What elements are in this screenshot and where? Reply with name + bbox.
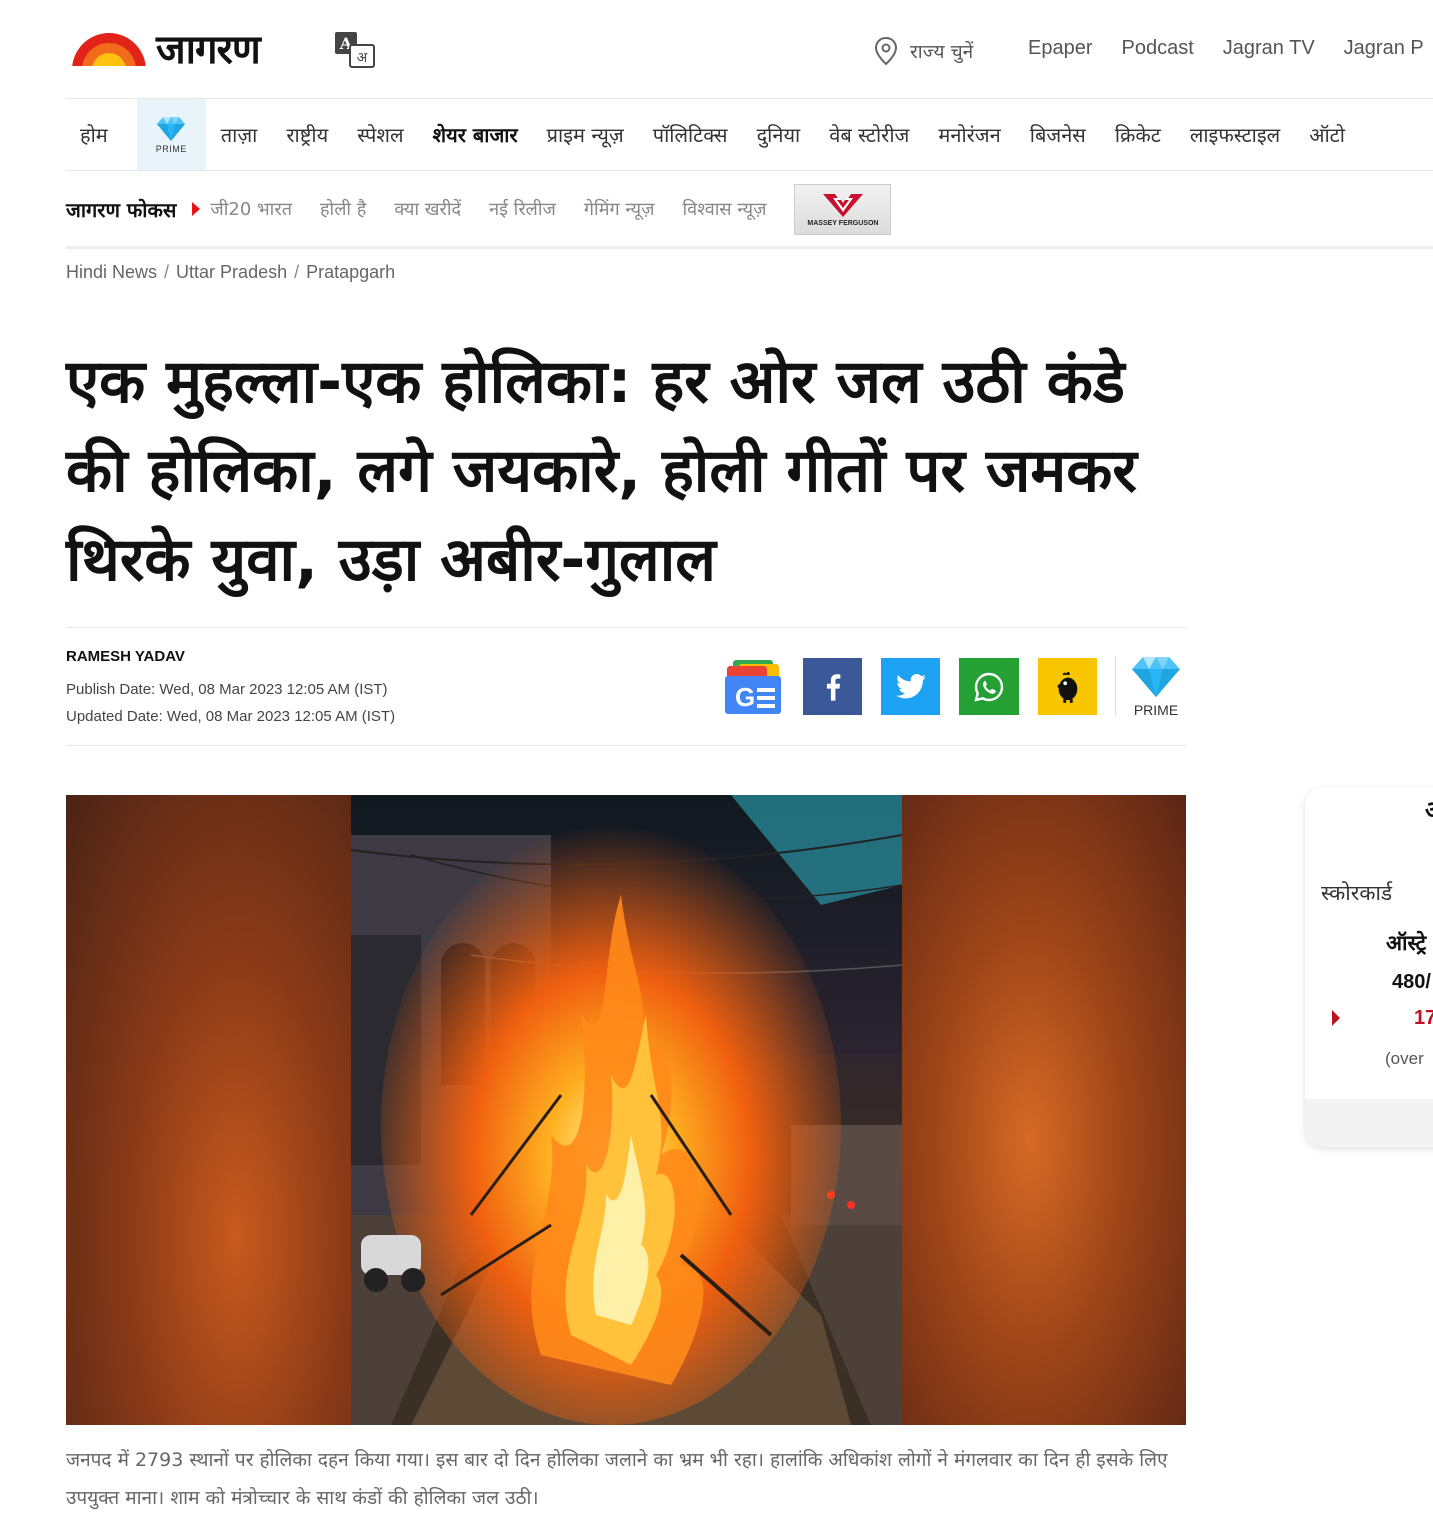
massey-ferguson-logo-icon [822, 193, 863, 217]
twitter-share-button[interactable] [881, 658, 940, 715]
hero-blur-right [902, 795, 1186, 1425]
hero-blur-left [66, 795, 351, 1425]
sponsor-ad-massey-ferguson[interactable]: MASSEY FERGUSON [794, 183, 892, 235]
meta-top-divider [66, 627, 1186, 628]
twitter-icon [895, 674, 926, 699]
prime-diamond-icon [1132, 657, 1180, 697]
scorecard-label[interactable]: स्कोरकार्ड [1321, 879, 1392, 907]
article-hero-image [66, 795, 1186, 1425]
nav-item-lifestyle[interactable]: लाइफस्टाइल [1190, 121, 1280, 148]
site-logo[interactable]: जागरण [70, 27, 261, 73]
focus-tag[interactable]: क्या खरीदें [394, 197, 461, 221]
svg-text:G: G [735, 682, 755, 712]
nav-item-web-stories[interactable]: वेब स्टोरीज [829, 121, 909, 148]
breadcrumb: Hindi News / Uttar Pradesh / Pratapgarh [66, 262, 395, 283]
overs-label: (over [1385, 1049, 1424, 1068]
publish-date: Publish Date: Wed, 08 Mar 2023 12:05 AM … [66, 681, 388, 698]
language-translate-icon[interactable]: A अ [334, 31, 376, 69]
nav-item-world[interactable]: दुनिया [757, 121, 801, 148]
breadcrumb-separator: / [164, 262, 170, 282]
facebook-share-button[interactable] [803, 658, 862, 715]
state-selector[interactable]: राज्य चुनें [872, 36, 973, 66]
updated-date: Updated Date: Wed, 08 Mar 2023 12:05 AM … [66, 708, 396, 725]
prime-badge[interactable]: PRIME [1128, 656, 1184, 720]
focus-arrow-icon [192, 202, 201, 216]
state-selector-label: राज्य चुनें [910, 41, 974, 63]
focus-tag[interactable]: जी20 भारत [210, 197, 292, 221]
epaper-link[interactable]: Epaper [1028, 37, 1093, 60]
breadcrumb-item-pratapgarh[interactable]: Pratapgarh [306, 262, 395, 282]
nav-item-entertainment[interactable]: मनोरंजन [938, 121, 1000, 148]
nav-item-home[interactable]: होम [80, 121, 108, 148]
koo-share-button[interactable] [1038, 658, 1097, 715]
holika-bonfire-photo [351, 795, 902, 1425]
breadcrumb-separator: / [294, 262, 300, 282]
prime-diamond-icon [157, 116, 186, 141]
header-links: Epaper Podcast Jagran TV Jagran P [1028, 37, 1433, 60]
breadcrumb-item-uttar-pradesh[interactable]: Uttar Pradesh [176, 262, 287, 282]
nav-prime-label: PRIME [155, 143, 187, 154]
focus-tag[interactable]: गेमिंग न्यूज़ [584, 197, 655, 221]
focus-tag[interactable]: होली है [320, 197, 366, 221]
nav-item-latest[interactable]: ताज़ा [221, 121, 258, 148]
widget-footer [1305, 1099, 1433, 1147]
whatsapp-share-button[interactable] [959, 658, 1019, 715]
breadcrumb-item-hindi-news[interactable]: Hindi News [66, 262, 157, 282]
location-pin-icon [874, 36, 898, 66]
widget-header: अ [1425, 793, 1433, 826]
nav-item-auto[interactable]: ऑटो [1309, 121, 1345, 148]
nav-item-business[interactable]: बिजनेस [1030, 121, 1086, 148]
focus-tag[interactable]: नई रिलीज [489, 197, 556, 221]
prime-badge-label: PRIME [1133, 702, 1179, 718]
jagran-p-link[interactable]: Jagran P [1344, 37, 1424, 60]
bonfire-illustration [351, 795, 902, 1425]
article-headline: एक मुहल्ला-एक होलिका: हर ओर जल उठी कंडे … [66, 347, 1137, 595]
nav-item-prime[interactable]: PRIME [136, 99, 206, 170]
nav-item-politics[interactable]: पॉलिटिक्स [653, 121, 728, 148]
share-divider [1115, 656, 1116, 716]
live-score: 17 [1414, 1007, 1433, 1029]
koo-icon [1057, 671, 1077, 703]
svg-text:अ: अ [357, 50, 368, 66]
podcast-link[interactable]: Podcast [1122, 37, 1194, 60]
google-news-icon: G [725, 660, 781, 714]
logo-text: जागरण [156, 27, 261, 73]
focus-tag[interactable]: विश्वास न्यूज़ [682, 197, 766, 221]
sponsor-ad-label: MASSEY FERGUSON [807, 219, 879, 227]
batting-indicator-icon [1332, 1010, 1340, 1026]
whatsapp-icon [974, 672, 1004, 702]
google-news-share-button[interactable]: G [723, 658, 785, 715]
jagran-tv-link[interactable]: Jagran TV [1223, 37, 1315, 60]
logo-sun-icon [70, 33, 148, 70]
nav-item-share-bazaar[interactable]: शेयर बाजार [433, 121, 518, 148]
article-author[interactable]: RAMESH YADAV [66, 648, 185, 665]
team-name: ऑस्ट्रे [1386, 931, 1427, 955]
nav-item-prime-news[interactable]: प्राइम न्यूज़ [547, 121, 624, 148]
jagran-focus-bar: जागरण फोकस जी20 भारत होली है क्या खरीदें… [66, 172, 1433, 249]
cricket-score-widget[interactable]: अ स्कोरकार्ड ऑस्ट्रे 480/ 17 (over [1305, 787, 1433, 1147]
primary-nav: होम PRIME ताज़ा राष्ट्रीय स्पेशल शेयर बा… [66, 99, 1433, 171]
focus-title: जागरण फोकस [66, 197, 177, 222]
nav-item-special[interactable]: स्पेशल [357, 121, 403, 148]
image-caption: जनपद में 2793 स्थानों पर होलिका दहन किया… [66, 1449, 1168, 1509]
site-header: जागरण A अ राज्य चुनें Epaper Podcast Jag… [66, 0, 1433, 99]
facebook-icon [826, 673, 840, 701]
team-score: 480/ [1392, 971, 1431, 993]
nav-item-cricket[interactable]: क्रिकेट [1115, 121, 1161, 148]
meta-bottom-divider [66, 745, 1186, 746]
nav-item-national[interactable]: राष्ट्रीय [286, 121, 328, 148]
